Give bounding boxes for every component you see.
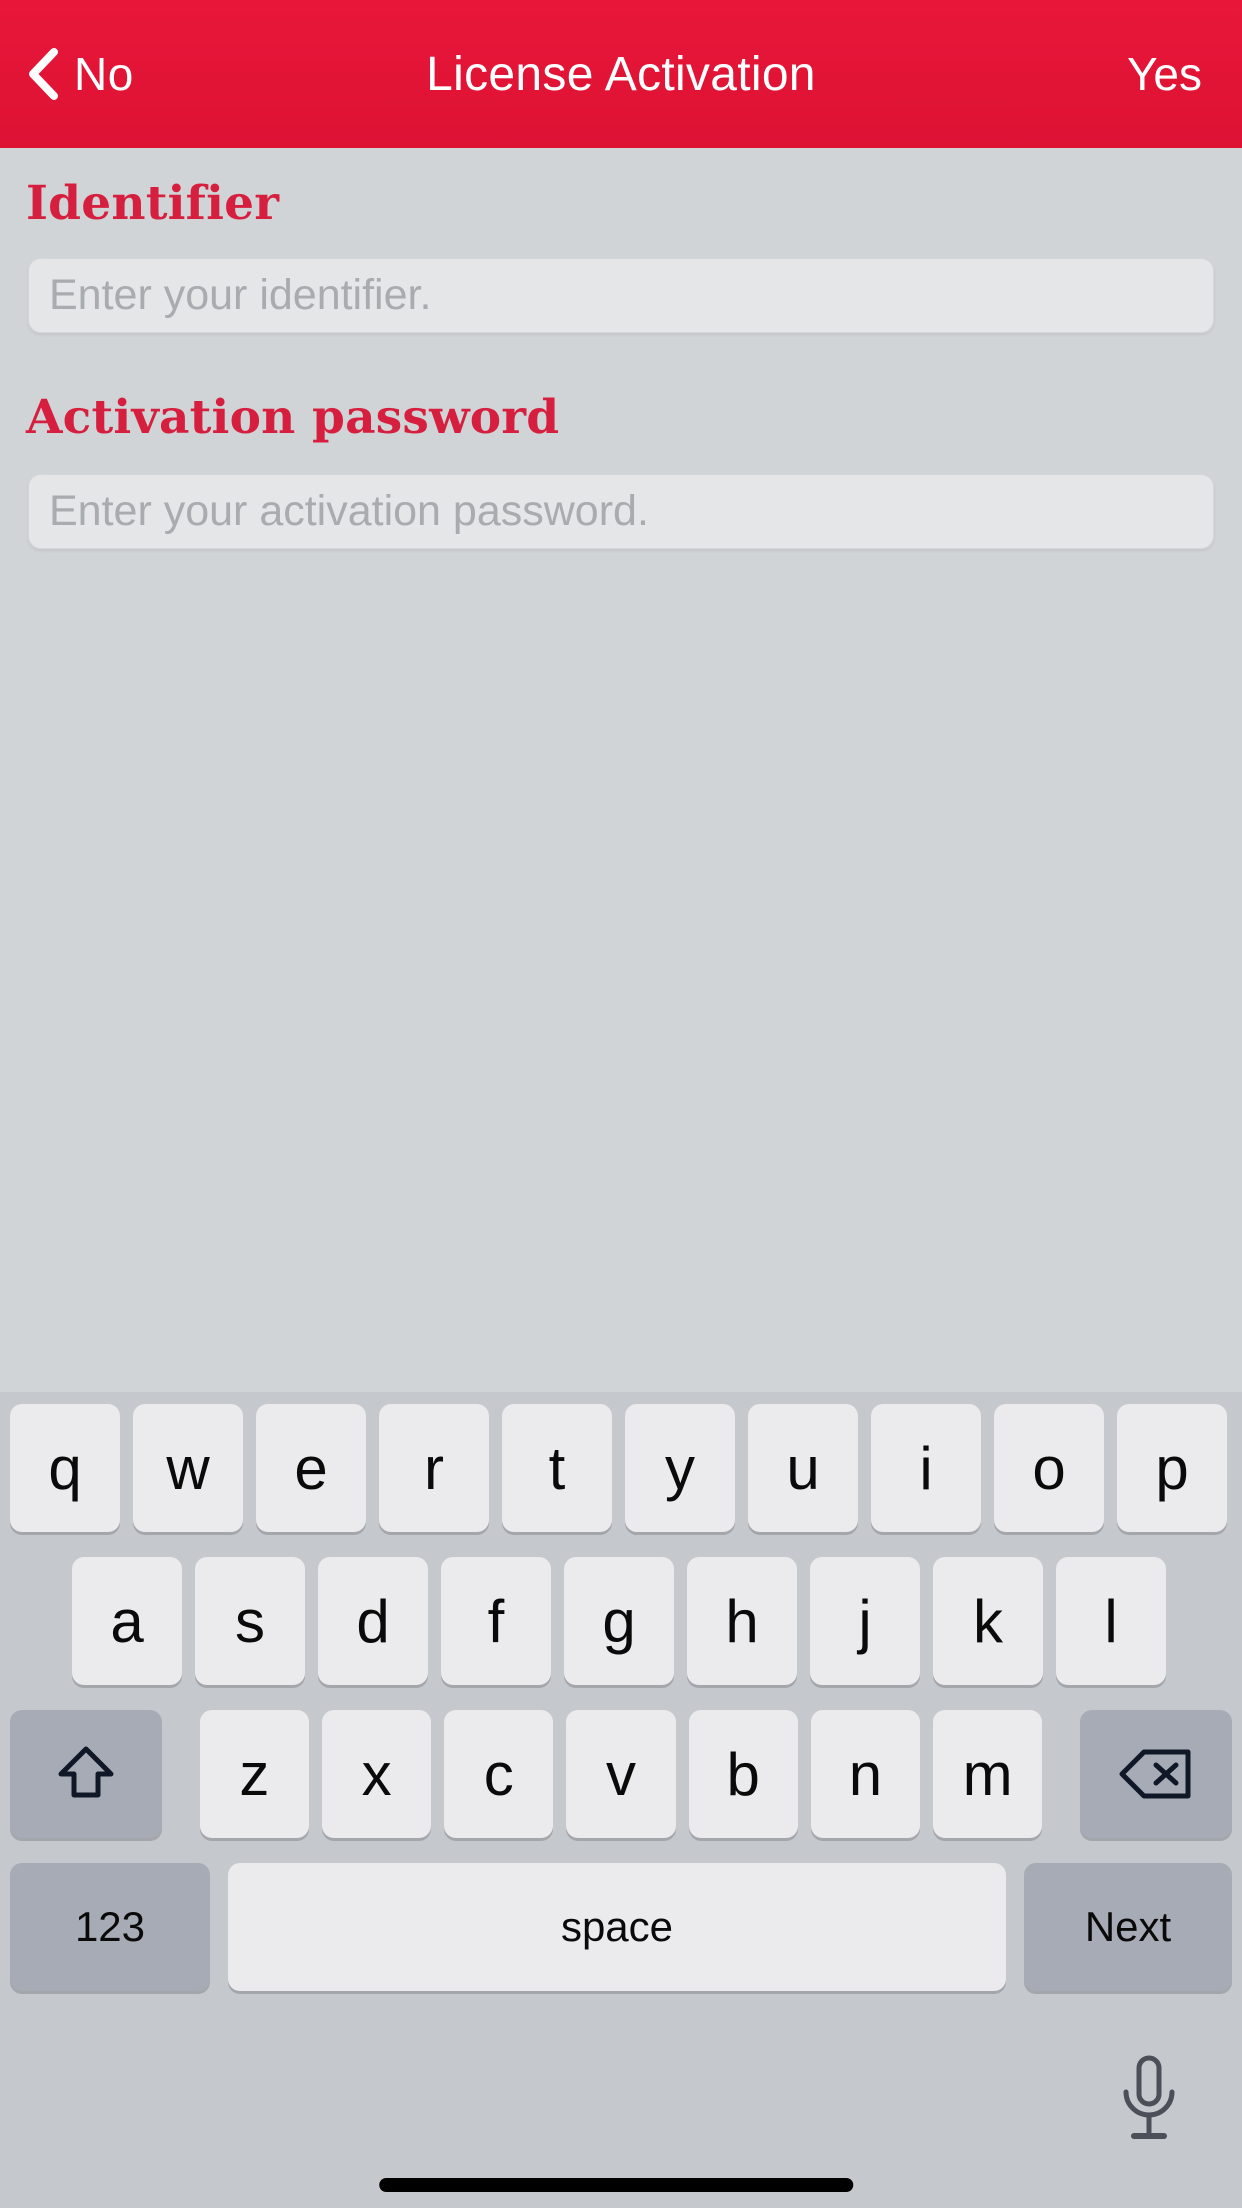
key-l[interactable]: l [1056,1557,1166,1685]
key-n[interactable]: n [810,1710,921,1838]
keyboard-row-1: q w e r t y u i o p [0,1404,1242,1532]
numeric-mode-key[interactable]: 123 [10,1863,210,1991]
space-key[interactable]: space [228,1863,1006,1991]
key-u[interactable]: u [748,1404,858,1532]
back-button-label: No [74,48,134,100]
activation-password-label: Activation password [26,390,560,445]
shift-arrow-up-icon [58,1746,114,1798]
key-k[interactable]: k [933,1557,1043,1685]
identifier-input[interactable]: Enter your identifier. [28,258,1214,333]
chevron-left-icon [29,48,58,100]
key-e[interactable]: e [256,1404,366,1532]
keyboard-row-2: a s d f g h j k l [0,1557,1242,1685]
key-s[interactable]: s [195,1557,305,1685]
key-g[interactable]: g [564,1557,674,1685]
key-z[interactable]: z [199,1710,309,1838]
key-d[interactable]: d [318,1557,428,1685]
key-f[interactable]: f [441,1557,551,1685]
key-c[interactable]: c [444,1710,554,1838]
key-j[interactable]: j [810,1557,920,1685]
key-w[interactable]: w [133,1404,243,1532]
navigation-bar: No License Activation Yes [0,0,1242,148]
back-button[interactable]: No [26,47,134,101]
virtual-keyboard: q w e r t y u i o p a s d f g h j k l z … [0,1392,1242,2208]
keyboard-row-4: 123 space Next [0,1863,1242,1991]
keyboard-row-3: z x c v b n m [0,1710,1242,1838]
key-m[interactable]: m [933,1710,1043,1838]
activation-password-input[interactable]: Enter your activation password. [28,474,1214,549]
key-v[interactable]: v [566,1710,676,1838]
keyboard-gap-left [175,1710,200,1838]
home-indicator-bar [379,2178,854,2192]
key-h[interactable]: h [687,1557,797,1685]
key-a[interactable]: a [72,1557,182,1685]
backspace-delete-icon [1119,1749,1191,1799]
key-x[interactable]: x [321,1710,432,1838]
app-screen: No License Activation Yes Identifier Ent… [0,0,1242,2208]
activation-password-placeholder: Enter your activation password. [49,487,649,535]
shift-key[interactable] [10,1710,162,1838]
keyboard-gap-right [1055,1710,1080,1838]
identifier-placeholder: Enter your identifier. [49,271,432,319]
form-content: Identifier Enter your identifier. Activa… [0,148,1242,1392]
key-q[interactable]: q [10,1404,120,1532]
key-o[interactable]: o [994,1404,1104,1532]
microphone-icon[interactable] [1118,2052,1180,2144]
key-i[interactable]: i [871,1404,981,1532]
page-title: License Activation [0,0,1242,148]
confirm-button[interactable]: Yes [1127,47,1202,101]
key-p[interactable]: p [1117,1404,1227,1532]
page-title-text: License Activation [426,47,816,101]
identifier-label: Identifier [26,176,280,231]
return-next-key[interactable]: Next [1024,1863,1232,1991]
key-t[interactable]: t [502,1404,612,1532]
key-y[interactable]: y [625,1404,735,1532]
key-r[interactable]: r [379,1404,489,1532]
key-b[interactable]: b [688,1710,798,1838]
backspace-key[interactable] [1080,1710,1232,1838]
